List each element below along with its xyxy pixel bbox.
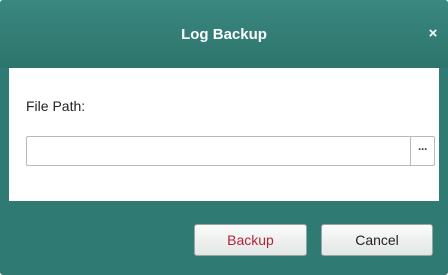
file-path-label: File Path: [26,98,86,114]
file-path-input[interactable] [26,136,410,166]
dialog-title: Log Backup [181,26,267,43]
browse-button[interactable]: ··· [410,136,435,166]
dialog-titlebar: Log Backup × [0,0,448,68]
log-backup-dialog: Log Backup × File Path: ··· Backup Cance… [0,0,448,275]
close-icon[interactable]: × [426,25,440,43]
backup-button[interactable]: Backup [194,224,307,256]
dialog-body: File Path: ··· [9,68,439,201]
cancel-button[interactable]: Cancel [321,224,433,256]
